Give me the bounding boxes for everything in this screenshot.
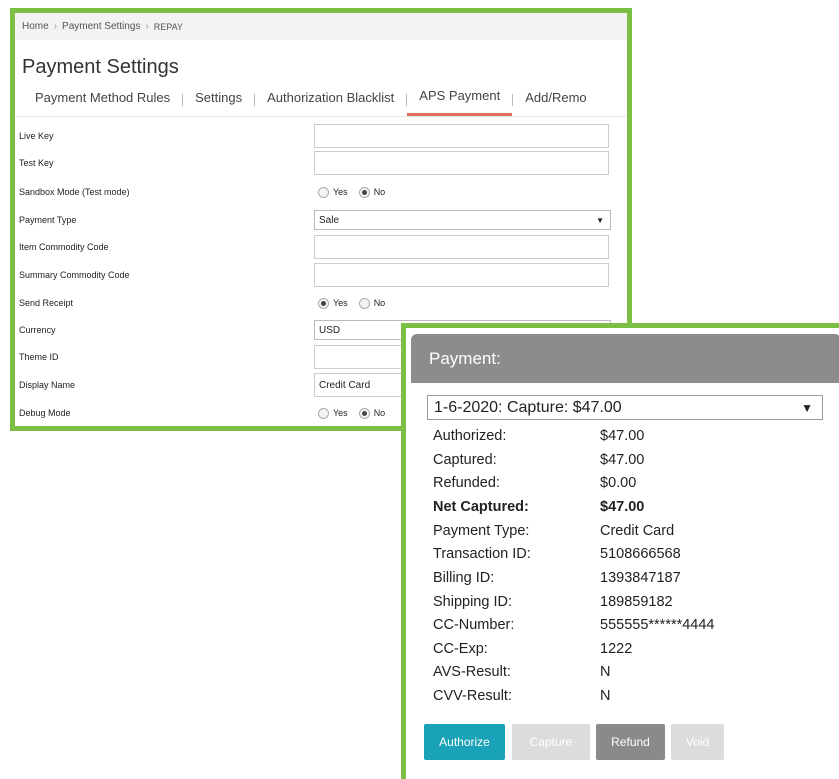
payment-type-select[interactable]: Sale ▼: [314, 210, 611, 230]
live-key-label: Live Key: [19, 131, 54, 141]
detail-label: AVS-Result:: [433, 664, 511, 680]
test-key-label: Test Key: [19, 158, 54, 168]
breadcrumb-home-link[interactable]: Home: [22, 21, 49, 32]
detail-value: 1222: [600, 641, 633, 657]
sandbox-mode-radio-group: Yes No: [318, 186, 396, 198]
payment-header: Payment:: [411, 334, 839, 383]
detail-label: Captured:: [433, 452, 497, 468]
sandbox-mode-row: Sandbox Mode (Test mode) Yes No: [15, 179, 627, 205]
send-receipt-yes-label: Yes: [333, 298, 348, 308]
detail-label: Shipping ID:: [433, 594, 512, 610]
payment-type-value: Sale: [319, 214, 340, 226]
detail-value: $47.00: [600, 452, 645, 468]
breadcrumb-separator: ›: [145, 21, 149, 32]
void-button[interactable]: Void: [671, 724, 724, 760]
tab-settings[interactable]: Settings: [183, 87, 254, 116]
page-title: Payment Settings: [22, 56, 179, 78]
detail-value: 189859182: [600, 594, 673, 610]
send-receipt-no-label: No: [373, 298, 386, 308]
tab-authorization-blacklist[interactable]: Authorization Blacklist: [255, 87, 406, 116]
debug-mode-yes-radio[interactable]: [318, 407, 329, 419]
summary-commodity-code-input[interactable]: [314, 263, 609, 287]
item-commodity-code-label: Item Commodity Code: [19, 242, 109, 252]
currency-label: Currency: [19, 325, 56, 335]
sandbox-mode-yes-radio[interactable]: [318, 186, 329, 198]
test-key-row: Test Key: [15, 150, 627, 176]
detail-value: $47.00: [600, 499, 645, 515]
live-key-row: Live Key: [15, 123, 627, 149]
refund-button[interactable]: Refund: [596, 724, 665, 760]
test-key-input[interactable]: [314, 151, 609, 175]
summary-commodity-code-row: Summary Commodity Code: [15, 262, 627, 288]
breadcrumb-current: REPAY: [153, 21, 183, 32]
debug-mode-radio-group: Yes No: [318, 407, 396, 419]
display-name-label: Display Name: [19, 380, 76, 390]
transaction-select-value: 1-6-2020: Capture: $47.00: [434, 398, 622, 416]
tab-payment-method-rules[interactable]: Payment Method Rules: [23, 87, 182, 116]
tab-aps-payment[interactable]: APS Payment: [407, 85, 513, 116]
send-receipt-radio-group: Yes No: [318, 297, 396, 309]
breadcrumb-separator: ›: [53, 21, 58, 32]
detail-label: CVV-Result:: [433, 688, 512, 704]
detail-value: Credit Card: [600, 523, 675, 539]
sandbox-mode-no-label: No: [373, 187, 386, 197]
item-commodity-code-input[interactable]: [314, 235, 609, 259]
detail-value: 1393847187: [600, 570, 681, 586]
debug-mode-label: Debug Mode: [19, 408, 71, 418]
sandbox-mode-no-radio[interactable]: [358, 186, 370, 198]
detail-label: CC-Exp:: [433, 641, 488, 657]
payment-type-row: Payment Type Sale ▼: [15, 207, 627, 233]
breadcrumb: Home › Payment Settings › REPAY: [15, 13, 627, 40]
detail-value: 555555******4444: [600, 617, 715, 633]
detail-value: N: [600, 688, 611, 704]
detail-value: $0.00: [600, 475, 637, 491]
detail-label: Transaction ID:: [433, 546, 531, 562]
transaction-select[interactable]: 1-6-2020: Capture: $47.00 ▼: [427, 395, 823, 420]
debug-mode-no-radio[interactable]: [358, 407, 370, 419]
detail-label: Authorized:: [433, 428, 507, 444]
tab-bar: Payment Method Rules Settings Authorizat…: [15, 86, 627, 117]
sandbox-mode-yes-label: Yes: [333, 187, 348, 197]
capture-button[interactable]: Capture: [512, 724, 590, 760]
caret-down-icon: ▼: [596, 215, 604, 225]
detail-value: $47.00: [600, 428, 645, 444]
send-receipt-row: Send Receipt Yes No: [15, 290, 627, 316]
payment-type-label: Payment Type: [19, 215, 77, 225]
detail-label: Payment Type:: [433, 523, 530, 539]
summary-commodity-code-label: Summary Commodity Code: [19, 270, 130, 280]
detail-value: N: [600, 664, 611, 680]
send-receipt-no-radio[interactable]: [358, 297, 370, 309]
item-commodity-code-row: Item Commodity Code: [15, 234, 627, 260]
detail-value: 5108666568: [600, 546, 681, 562]
send-receipt-yes-radio[interactable]: [318, 297, 329, 309]
tab-add-remove[interactable]: Add/Remo: [513, 87, 598, 116]
theme-id-label: Theme ID: [19, 352, 59, 362]
detail-label: Net Captured:: [433, 499, 529, 515]
payment-panel: Payment: 1-6-2020: Capture: $47.00 ▼ Aut…: [401, 323, 839, 779]
sandbox-mode-label: Sandbox Mode (Test mode): [19, 187, 130, 197]
currency-value: USD: [319, 324, 341, 336]
detail-label: CC-Number:: [433, 617, 515, 633]
detail-label: Refunded:: [433, 475, 500, 491]
caret-down-icon: ▼: [801, 400, 813, 415]
send-receipt-label: Send Receipt: [19, 298, 74, 308]
live-key-input[interactable]: [314, 124, 609, 148]
authorize-button[interactable]: Authorize: [424, 724, 505, 760]
debug-mode-yes-label: Yes: [333, 408, 348, 418]
debug-mode-no-label: No: [373, 408, 386, 418]
detail-label: Billing ID:: [433, 570, 495, 586]
breadcrumb-payment-settings-link[interactable]: Payment Settings: [62, 21, 140, 32]
